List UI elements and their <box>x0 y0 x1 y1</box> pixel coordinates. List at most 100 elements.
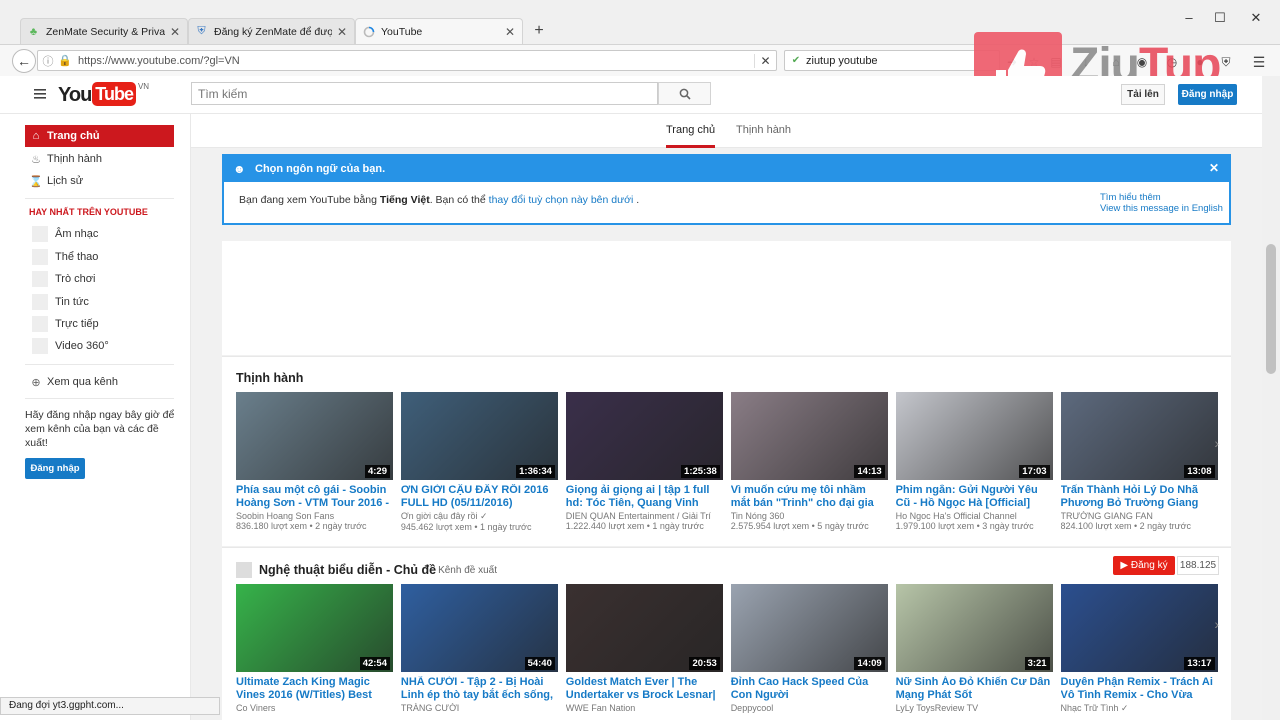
video-card[interactable]: 1:36:34 ƠN GIỜI CẬU ĐÂY RỒI 2016 FULL HD … <box>400 392 558 532</box>
page-scrollbar[interactable] <box>1262 76 1280 720</box>
learn-more-link[interactable]: Tìm hiểu thêm <box>1100 192 1223 203</box>
new-tab-icon[interactable]: + <box>529 21 549 41</box>
video-title[interactable]: Trấn Thành Hỏi Lý Do Nhã Phương Bỏ Trườn… <box>1061 484 1218 510</box>
video-thumbnail[interactable]: 4:29 <box>236 392 393 480</box>
video-duration: 14:13 <box>854 465 885 478</box>
video-title[interactable]: Đỉnh Cao Hack Speed Của Con Người <box>731 676 888 702</box>
maximize-icon[interactable]: ☐ <box>1207 8 1233 28</box>
video-title[interactable]: Vì muốn cứu mẹ tôi nhầm mắt bán "Trinh" … <box>731 484 888 510</box>
video-thumbnail[interactable]: 54:40 <box>400 584 558 672</box>
sidebar-item-history[interactable]: ⌛ Lịch sử <box>25 170 174 192</box>
view-english-link[interactable]: View this message in English <box>1100 203 1223 214</box>
channel-name[interactable]: Co Viners <box>236 703 393 713</box>
video-thumbnail[interactable]: 42:54 <box>236 584 393 672</box>
sidebar-item-live[interactable]: Trực tiếp <box>25 313 174 335</box>
video-thumbnail[interactable]: 1:36:34 <box>400 392 558 480</box>
subscribe-button[interactable]: ▶ Đăng ký <box>1113 556 1175 575</box>
shelf-next-arrow-icon[interactable]: › <box>1214 616 1219 632</box>
video-card[interactable]: 20:53 Goldest Match Ever | The Undertaker… <box>565 584 723 713</box>
browser-tab-youtube[interactable]: YouTube ✕ <box>355 18 523 45</box>
url-text[interactable]: https://www.youtube.com/?gl=VN <box>78 55 754 67</box>
video-thumbnail[interactable]: 14:09 <box>730 584 888 672</box>
channel-name[interactable]: Tin Nóng 360 <box>731 511 888 521</box>
tab-trending[interactable]: Thịnh hành <box>736 124 791 148</box>
video-card[interactable]: 4:29 Phía sau một cô gái - Soobin Hoàng S… <box>236 392 393 531</box>
close-tab-icon[interactable]: ✕ <box>504 25 516 39</box>
address-bar[interactable]: ⓘ 🔒 https://www.youtube.com/?gl=VN ✕ <box>37 50 777 71</box>
channel-name[interactable]: LyLy ToysReview TV <box>896 703 1053 713</box>
shelf-title[interactable]: Thịnh hành <box>236 371 303 385</box>
info-icon[interactable]: ⓘ <box>41 53 55 69</box>
change-language-link[interactable]: thay đổi tuỳ chọn này bên dưới <box>489 194 634 206</box>
video-thumbnail[interactable]: 13:08 <box>1060 392 1218 480</box>
channel-name[interactable]: Ho Ngoc Ha's Official Channel <box>896 511 1053 521</box>
video-thumbnail[interactable]: 17:03 <box>895 392 1053 480</box>
sidebar-item-360-video[interactable]: Video 360° <box>25 335 174 357</box>
search-button[interactable] <box>658 82 711 105</box>
sidebar-signin-button[interactable]: Đăng nhập <box>25 458 85 479</box>
channel-name[interactable]: TRÀNG CƯỜI <box>401 703 558 713</box>
video-thumbnail[interactable]: 3:21 <box>895 584 1053 672</box>
video-card[interactable]: 13:08 Trấn Thành Hỏi Lý Do Nhã Phương Bỏ … <box>1060 392 1218 531</box>
stop-loading-icon[interactable]: ✕ <box>754 53 776 68</box>
video-title[interactable]: Phía sau một cô gái - Soobin Hoàng Sơn -… <box>236 484 393 510</box>
video-card[interactable]: 3:21 Nữ Sinh Áo Đỏ Khiến Cư Dân Mạng Phát… <box>895 584 1053 713</box>
video-thumbnail[interactable]: 13:17 <box>1060 584 1218 672</box>
channel-name[interactable]: Ơn giời cậu đây rồi ✓ <box>401 511 558 522</box>
window-close-icon[interactable]: ✕ <box>1243 8 1269 28</box>
channel-name[interactable]: Nhạc Trữ Tình ✓ <box>1061 703 1218 714</box>
sidebar-item-news[interactable]: Tin tức <box>25 291 174 313</box>
channel-avatar[interactable] <box>236 562 252 578</box>
video-thumbnail[interactable]: 14:13 <box>730 392 888 480</box>
minimize-icon[interactable]: – <box>1176 8 1202 28</box>
sidebar-item-gaming[interactable]: Trò chơi <box>25 268 174 290</box>
hamburger-menu-icon[interactable]: ☰ <box>1251 54 1267 70</box>
channel-name[interactable]: TRƯỜNG GIANG FAN <box>1061 511 1218 521</box>
video-card[interactable]: 1:25:38 Giọng ải giọng ai | tập 1 full hd… <box>565 392 723 531</box>
sidebar-item-home[interactable]: ⌂ Trang chủ <box>25 125 174 147</box>
browser-tab-zenmate[interactable]: ♣ ZenMate Security & Priva... ✕ <box>20 18 188 44</box>
tab-home[interactable]: Trang chủ <box>666 124 716 148</box>
video-title[interactable]: ƠN GIỜI CẬU ĐÂY RỒI 2016 FULL HD (05/11/… <box>401 484 558 510</box>
close-icon[interactable]: ✕ <box>1209 161 1219 175</box>
channel-name[interactable]: Deppycool <box>731 703 888 713</box>
close-tab-icon[interactable]: ✕ <box>336 25 348 39</box>
search-input[interactable] <box>191 82 658 105</box>
video-card[interactable]: 54:40 NHÃ CƯỜI - Tập 2 - Bị Hoài Linh ép … <box>400 584 558 713</box>
upload-button[interactable]: Tải lên <box>1121 84 1165 105</box>
channel-name[interactable]: DIEN QUAN Entertainment / Giải Trí <box>566 511 723 521</box>
shelf-title[interactable]: Nghệ thuật biểu diễn - Chủ đề <box>259 563 436 577</box>
signin-button[interactable]: Đăng nhập <box>1178 84 1237 105</box>
video-title[interactable]: Nữ Sinh Áo Đỏ Khiến Cư Dân Mạng Phát Sốt <box>896 676 1053 702</box>
video-title[interactable]: Phim ngắn: Gửi Người Yêu Cũ - Hồ Ngọc Hà… <box>896 484 1053 510</box>
video-title[interactable]: Goldest Match Ever | The Undertaker vs B… <box>566 676 723 702</box>
video-card[interactable]: 14:09 Đỉnh Cao Hack Speed Của Con Người De… <box>730 584 888 713</box>
back-arrow-icon[interactable]: ← <box>12 49 36 73</box>
channel-name[interactable]: Soobin Hoang Son Fans <box>236 511 393 521</box>
browser-search-box[interactable]: ✔ ziutup youtube <box>784 50 1000 71</box>
video-card[interactable]: 17:03 Phim ngắn: Gửi Người Yêu Cũ - Hồ Ng… <box>895 392 1053 531</box>
zenmate-shield-icon[interactable]: ⛨ <box>1218 54 1234 70</box>
sidebar-item-trending[interactable]: ♨ Thịnh hành <box>25 148 174 170</box>
sidebar-item-sports[interactable]: Thể thao <box>25 246 174 268</box>
youtube-logo[interactable]: You Tube VN <box>58 82 149 108</box>
channel-name[interactable]: WWE Fan Nation <box>566 703 723 713</box>
video-card[interactable]: 13:17 Duyên Phận Remix - Trách Ai Vô Tình… <box>1060 584 1218 714</box>
sidebar-item-music[interactable]: Âm nhạc <box>25 223 174 245</box>
video-thumbnail[interactable]: 20:53 <box>565 584 723 672</box>
video-title[interactable]: NHÃ CƯỜI - Tập 2 - Bị Hoài Linh ép thò t… <box>401 676 558 702</box>
close-tab-icon[interactable]: ✕ <box>169 25 181 39</box>
video-title[interactable]: Giọng ải giọng ai | tập 1 full hd: Tóc T… <box>566 484 723 510</box>
browser-search-value[interactable]: ziutup youtube <box>806 55 878 67</box>
video-card[interactable]: 42:54 Ultimate Zach King Magic Vines 2016… <box>236 584 393 713</box>
video-thumbnail[interactable]: 1:25:38 <box>565 392 723 480</box>
video-title[interactable]: Ultimate Zach King Magic Vines 2016 (W/T… <box>236 676 393 702</box>
sidebar-item-browse-channels[interactable]: ⊕ Xem qua kênh <box>25 371 174 393</box>
scrollbar-thumb[interactable] <box>1266 244 1276 374</box>
guide-menu-icon[interactable] <box>34 88 48 100</box>
browser-tab-zenmate-signup[interactable]: ⛨ Đăng ký ZenMate để được... ✕ <box>188 18 355 44</box>
search-engine-icon[interactable]: ✔ <box>788 55 804 66</box>
shelf-next-arrow-icon[interactable]: › <box>1214 435 1219 451</box>
video-card[interactable]: 14:13 Vì muốn cứu mẹ tôi nhầm mắt bán "Tr… <box>730 392 888 531</box>
video-title[interactable]: Duyên Phận Remix - Trách Ai Vô Tình Remi… <box>1061 676 1218 702</box>
